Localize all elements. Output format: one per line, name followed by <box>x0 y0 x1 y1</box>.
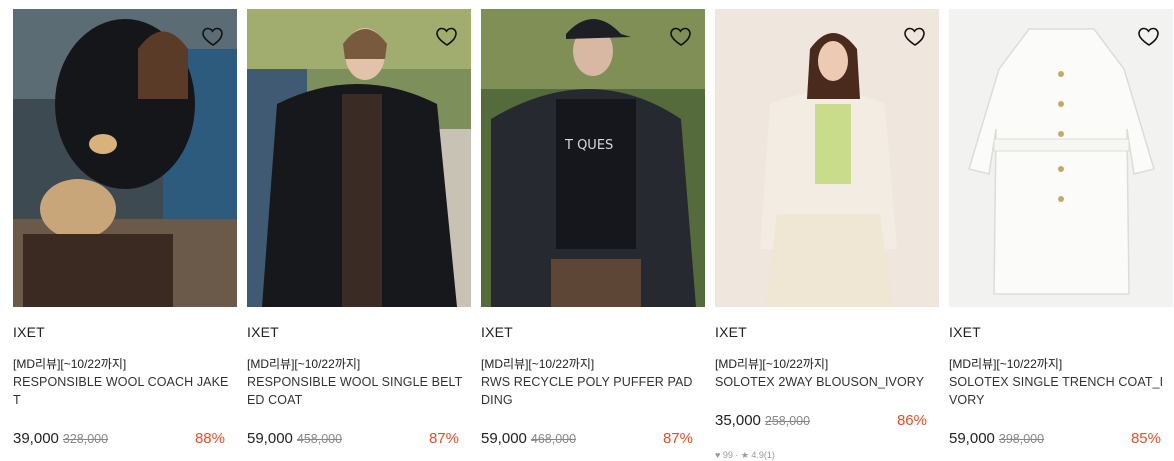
product-image[interactable] <box>13 9 237 307</box>
svg-text:T QUES: T QUES <box>564 138 613 153</box>
promo-tag: [MD리뷰][~10/22까지] <box>247 357 361 371</box>
product-image[interactable]: T QUES <box>481 9 705 307</box>
price-row: 35,000 258,000 86% <box>715 412 927 432</box>
product-card[interactable]: IXET [MD리뷰][~10/22까지] RESPONSIBLE WOOL S… <box>247 0 471 456</box>
promo-tag: [MD리뷰][~10/22까지] <box>13 357 127 371</box>
product-card[interactable]: T QUES IXET [MD리뷰][~10/22까지] RWS RECYCLE… <box>481 0 705 456</box>
product-name[interactable]: RESPONSIBLE WOOL SINGLE BELTED COAT <box>247 373 465 409</box>
product-name[interactable]: RWS RECYCLE POLY PUFFER PADDING <box>481 373 699 409</box>
discount-rate: 87% <box>662 430 693 447</box>
price-row: 59,000 468,000 87% <box>481 430 693 450</box>
sale-price: 59,000 <box>247 430 293 447</box>
wishlist-heart-icon[interactable] <box>669 24 693 48</box>
brand-name[interactable]: IXET <box>247 324 279 340</box>
wishlist-heart-icon[interactable] <box>435 24 459 48</box>
price-row: 59,000 458,000 87% <box>247 430 459 450</box>
original-price: 328,000 <box>62 432 109 446</box>
wishlist-heart-icon[interactable] <box>201 24 225 48</box>
product-card[interactable]: IXET [MD리뷰][~10/22까지] SOLOTEX 2WAY BLOUS… <box>715 0 939 460</box>
wishlist-heart-icon[interactable] <box>1137 24 1161 48</box>
sale-price: 59,000 <box>481 430 527 447</box>
brand-name[interactable]: IXET <box>13 324 45 340</box>
brand-name[interactable]: IXET <box>715 324 747 340</box>
product-name[interactable]: RESPONSIBLE WOOL COACH JAKET <box>13 373 231 409</box>
sale-price: 39,000 <box>13 430 59 447</box>
brand-name[interactable]: IXET <box>481 324 513 340</box>
original-price: 468,000 <box>530 432 577 446</box>
original-price: 458,000 <box>296 432 343 446</box>
sale-price: 59,000 <box>949 430 995 447</box>
product-image[interactable] <box>715 9 939 307</box>
original-price: 398,000 <box>998 432 1045 446</box>
product-card[interactable]: IXET [MD리뷰][~10/22까지] SOLOTEX SINGLE TRE… <box>949 0 1173 456</box>
product-image[interactable] <box>949 9 1173 307</box>
promo-tag: [MD리뷰][~10/22까지] <box>949 357 1063 371</box>
product-grid: IXET [MD리뷰][~10/22까지] RESPONSIBLE WOOL C… <box>0 0 1174 460</box>
product-name[interactable]: SOLOTEX SINGLE TRENCH COAT_IVORY <box>949 373 1167 409</box>
discount-rate: 88% <box>194 430 225 447</box>
discount-rate: 85% <box>1130 430 1161 447</box>
price-row: 39,000 328,000 88% <box>13 430 225 450</box>
discount-rate: 86% <box>896 412 927 429</box>
product-name[interactable]: SOLOTEX 2WAY BLOUSON_IVORY <box>715 373 933 391</box>
sale-price: 35,000 <box>715 412 761 429</box>
wishlist-heart-icon[interactable] <box>903 24 927 48</box>
price-row: 59,000 398,000 85% <box>949 430 1161 450</box>
promo-tag: [MD리뷰][~10/22까지] <box>715 357 829 371</box>
product-card[interactable]: IXET [MD리뷰][~10/22까지] RESPONSIBLE WOOL C… <box>13 0 237 456</box>
discount-rate: 87% <box>428 430 459 447</box>
brand-name[interactable]: IXET <box>949 324 981 340</box>
promo-tag: [MD리뷰][~10/22까지] <box>481 357 595 371</box>
product-image[interactable] <box>247 9 471 307</box>
original-price: 258,000 <box>764 414 811 428</box>
